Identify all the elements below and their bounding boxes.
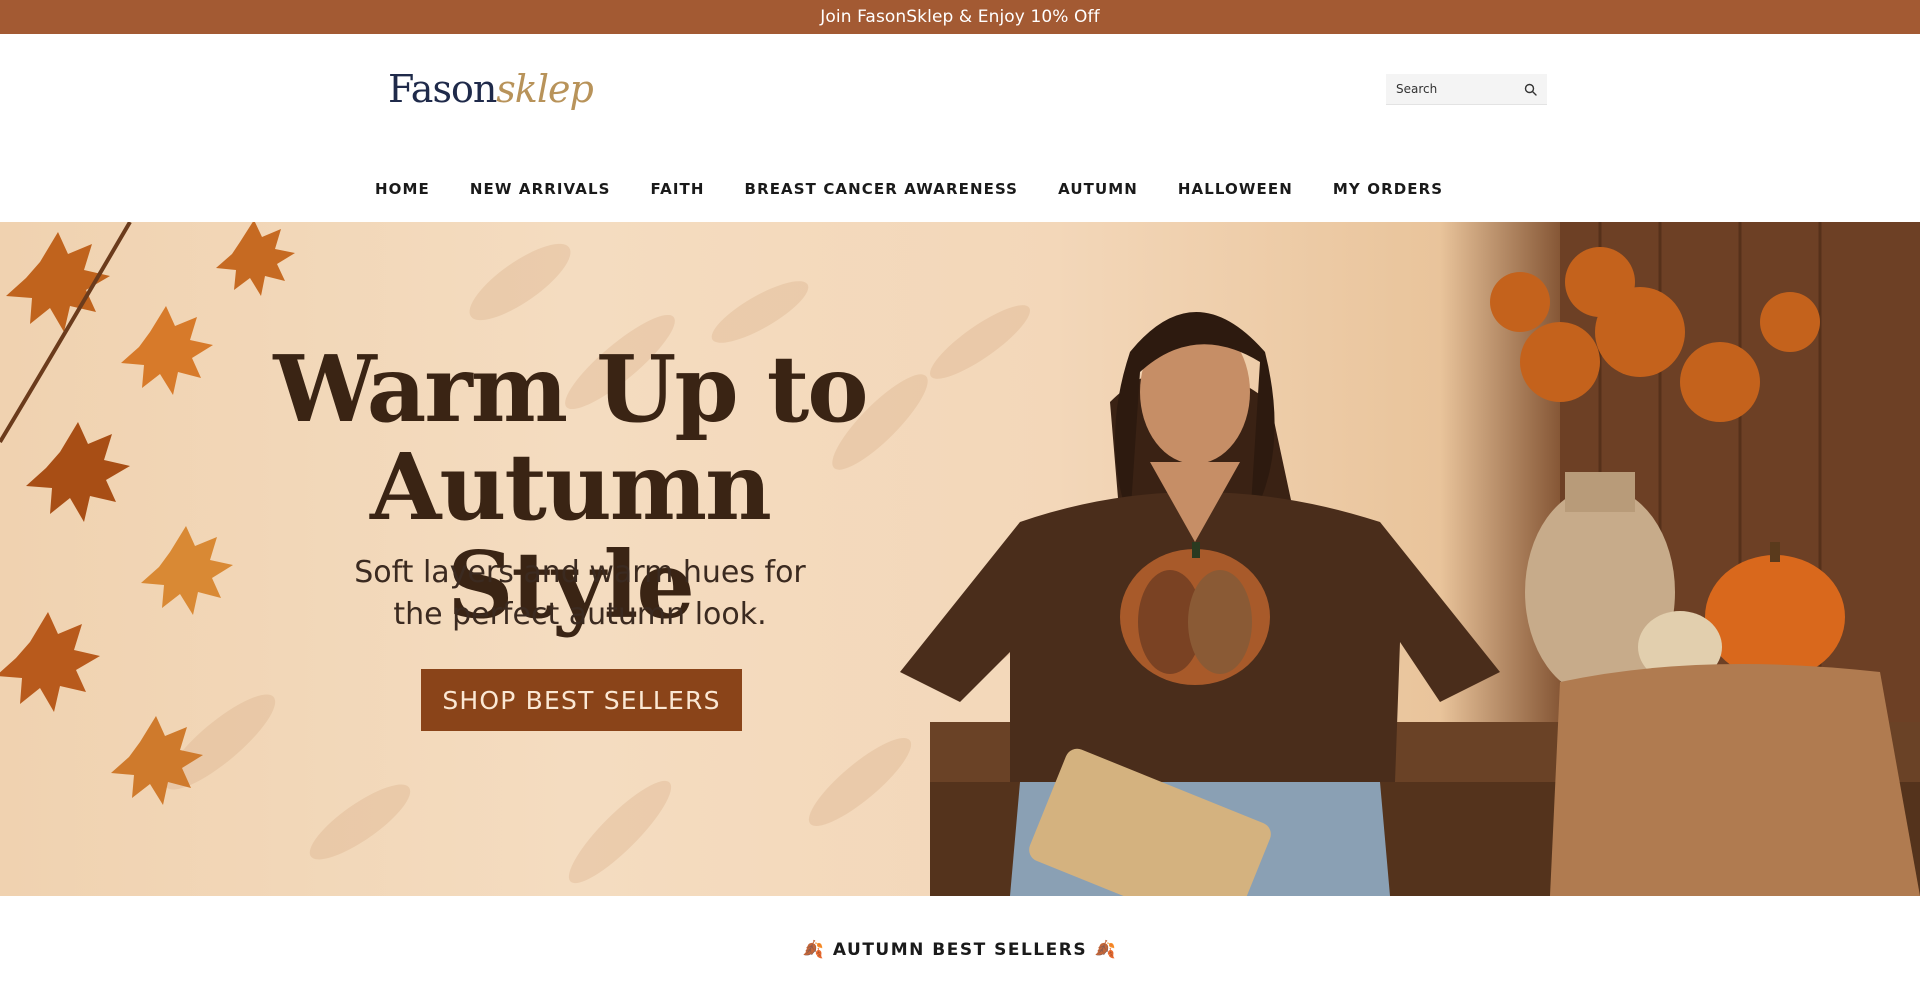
section-title-text: AUTUMN BEST SELLERS [832,940,1088,960]
search-box[interactable] [1386,74,1547,105]
nav-item-faith[interactable]: FAITH [651,180,705,198]
section-title: 🍂 AUTUMN BEST SELLERS 🍂 [0,940,1920,960]
logo-text-part1: Fason [388,67,497,111]
nav-item-halloween[interactable]: HALLOWEEN [1178,180,1293,198]
site-header: Fasonsklep HOME NEW ARRIVALS FAITH BREAS… [0,34,1920,222]
hero-subtitle: Soft layers and warm hues for the perfec… [330,552,830,636]
shop-best-sellers-button[interactable]: SHOP BEST SELLERS [421,669,742,731]
search-icon[interactable] [1523,82,1537,96]
hero-banner[interactable]: Warm Up to Autumn Style Soft layers and … [0,222,1920,896]
nav-item-autumn[interactable]: AUTUMN [1058,180,1138,198]
announcement-text[interactable]: Join FasonSklep & Enjoy 10% Off [820,7,1099,27]
nav-item-breast-cancer-awareness[interactable]: BREAST CANCER AWARENESS [745,180,1019,198]
hero-subtitle-line2: the perfect autumn look. [393,597,767,632]
leaf-icon: 🍂 [802,940,826,960]
main-nav: HOME NEW ARRIVALS FAITH BREAST CANCER AW… [375,177,1443,201]
site-logo[interactable]: Fason sklep [388,67,594,123]
hero-title-line1: Warm Up to [273,335,868,443]
search-input[interactable] [1396,82,1514,96]
hero-subtitle-line1: Soft layers and warm hues for [354,555,806,590]
nav-item-my-orders[interactable]: MY ORDERS [1333,180,1443,198]
nav-item-home[interactable]: HOME [375,180,430,198]
announcement-bar[interactable]: Join FasonSklep & Enjoy 10% Off [0,0,1920,34]
leaf-icon: 🍂 [1094,940,1118,960]
nav-item-new-arrivals[interactable]: NEW ARRIVALS [470,180,611,198]
logo-text-part2: sklep [496,67,593,111]
